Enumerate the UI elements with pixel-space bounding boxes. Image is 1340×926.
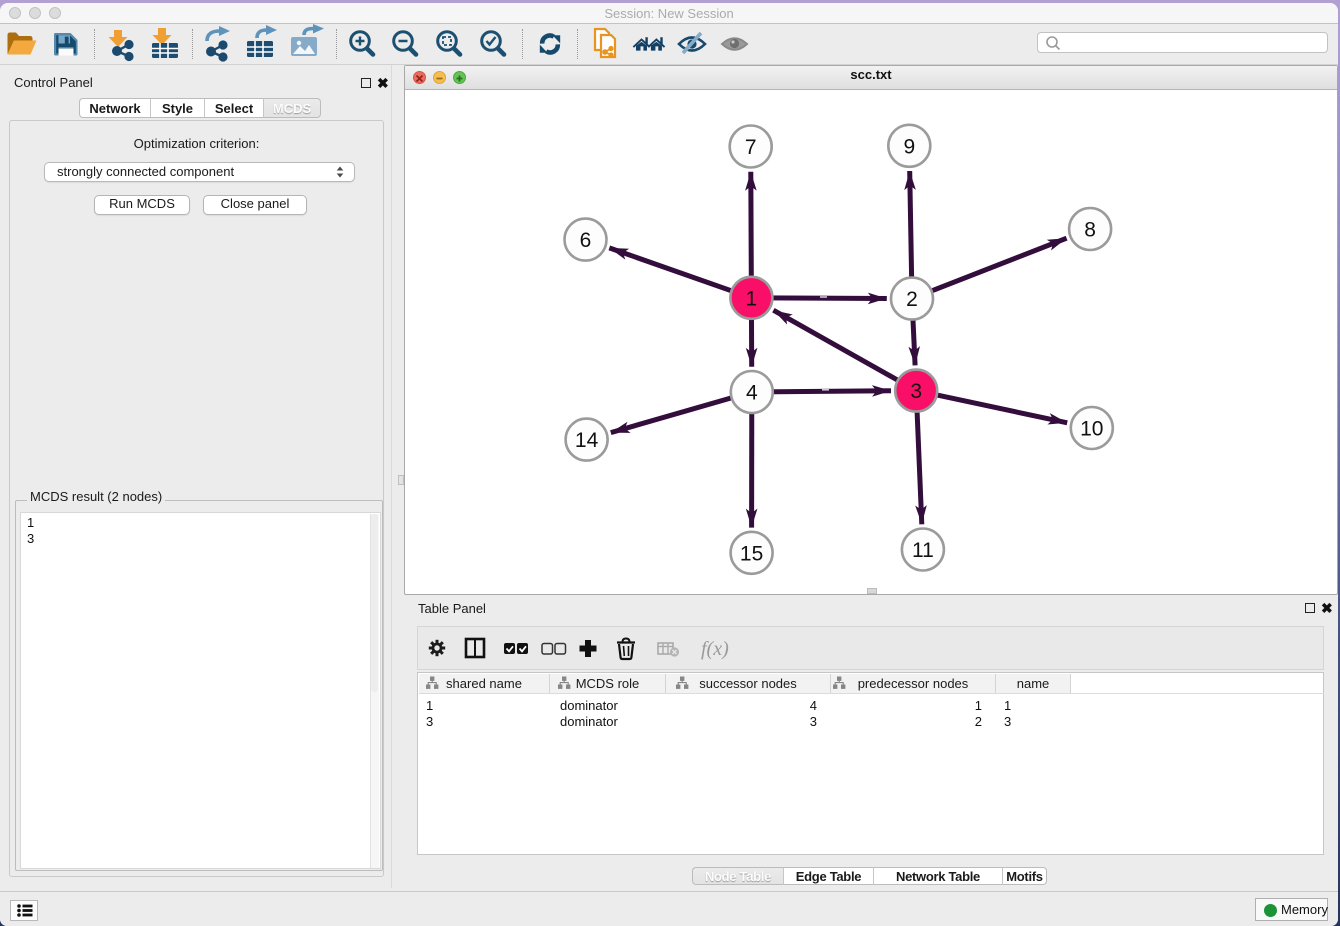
- svg-text:14: 14: [575, 429, 599, 452]
- svg-text:9: 9: [903, 135, 915, 158]
- svg-text:2: 2: [906, 288, 918, 311]
- svg-text:11: 11: [912, 539, 934, 562]
- svg-text:4: 4: [746, 382, 758, 405]
- svg-text:10: 10: [1080, 418, 1103, 441]
- svg-text:3: 3: [910, 380, 922, 403]
- svg-text:7: 7: [745, 136, 757, 159]
- svg-text:8: 8: [1084, 219, 1096, 242]
- svg-text:6: 6: [580, 229, 592, 252]
- svg-text:f(x): f(x): [701, 638, 729, 660]
- svg-text:1: 1: [746, 287, 758, 310]
- svg-text:15: 15: [740, 542, 763, 565]
